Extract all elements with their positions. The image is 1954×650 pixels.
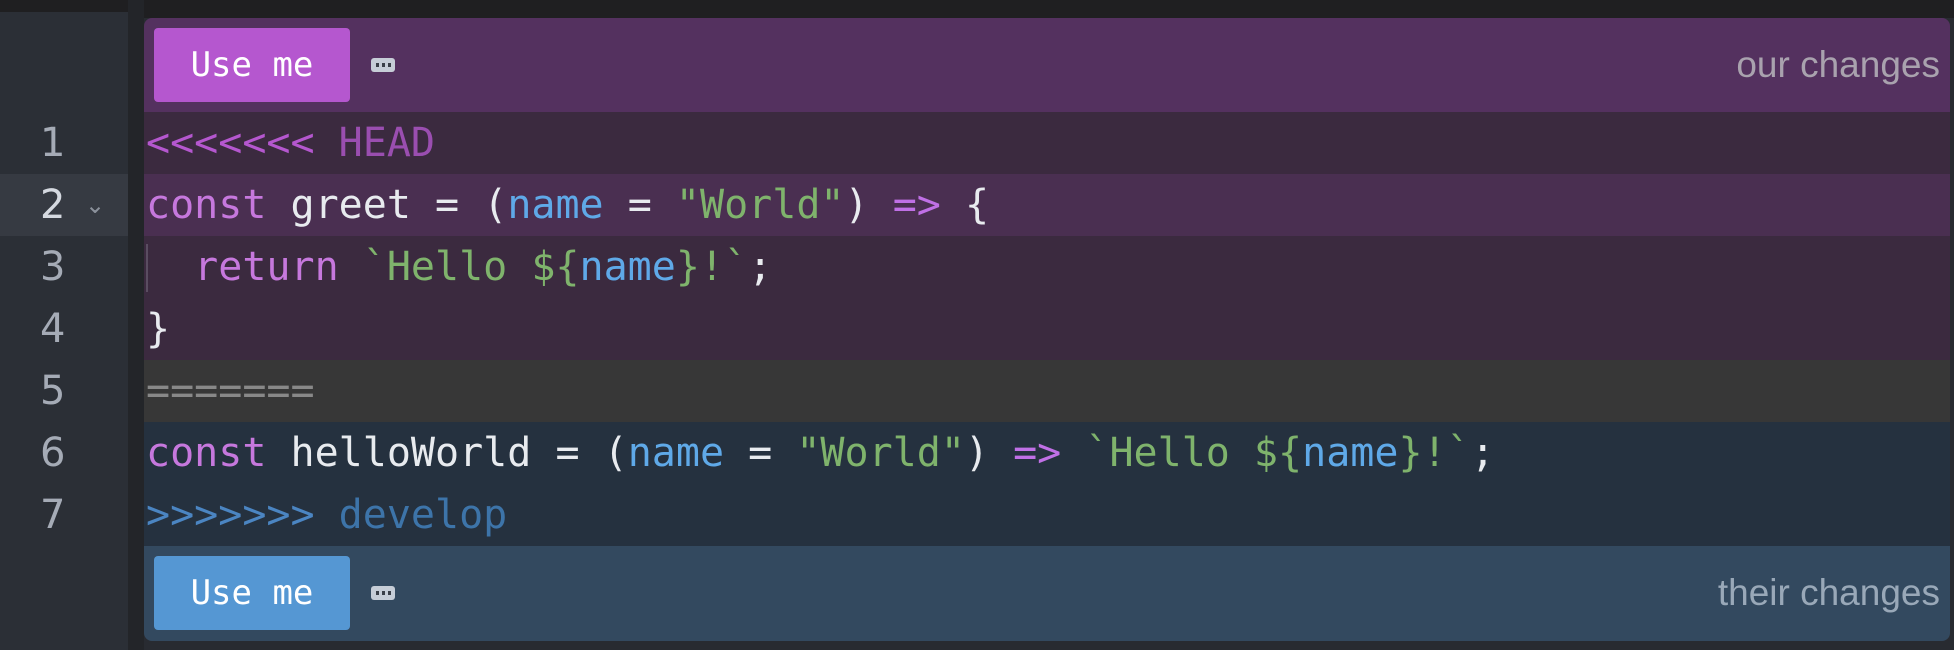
keyword-token: const xyxy=(146,182,267,228)
code-line-7[interactable]: >>>>>>> develop xyxy=(144,484,1950,546)
arrow-token: => xyxy=(892,182,941,228)
line-number-7: 7 xyxy=(40,492,66,538)
semicolon-token: ; xyxy=(1470,430,1495,476)
chevron-down-icon[interactable]: ⌄ xyxy=(85,174,105,236)
conflict-ref-develop: develop xyxy=(338,492,508,538)
brace-token: { xyxy=(964,182,990,228)
paren-token: ) xyxy=(964,430,989,476)
their-changes-banner: Use me their changes xyxy=(144,546,1950,641)
identifier-token: helloWorld xyxy=(290,430,532,476)
operator-token: = xyxy=(435,182,460,228)
line-number-3: 3 xyxy=(40,244,66,290)
operator-token: = xyxy=(555,430,580,476)
arrow-token: => xyxy=(1013,430,1062,476)
paren-token: ( xyxy=(603,430,628,476)
identifier-token: greet xyxy=(290,182,411,228)
line-number-6: 6 xyxy=(40,430,66,476)
code-line-1[interactable]: <<<<<<< HEAD xyxy=(144,112,1950,174)
our-changes-banner: Use me our changes xyxy=(144,18,1950,112)
gutter-top-strip xyxy=(0,0,128,12)
line-number-2: 2 ⌄ xyxy=(0,174,128,236)
keyword-token: const xyxy=(146,430,267,476)
conflict-separator: ======= xyxy=(146,368,315,414)
string-token: "World" xyxy=(675,182,845,228)
paren-token: ( xyxy=(483,182,508,228)
template-token: }!` xyxy=(1398,430,1471,476)
more-options-icon[interactable] xyxy=(371,586,395,600)
param-token: name xyxy=(507,182,604,228)
brace-token: } xyxy=(146,306,171,352)
merge-conflict-editor: 1 2 ⌄ 3 4 5 6 7 Use me our changes <<<<<… xyxy=(0,0,1954,650)
indent-guide xyxy=(146,244,148,292)
string-token: "World" xyxy=(796,430,965,476)
template-token: `Hello ${ xyxy=(1085,430,1303,476)
gutter-divider xyxy=(128,0,144,650)
code-line-3[interactable]: return `Hello ${name}!`; xyxy=(144,236,1950,298)
use-our-changes-button[interactable]: Use me xyxy=(154,28,350,102)
keyword-token: return xyxy=(194,244,339,290)
semicolon-token: ; xyxy=(748,244,773,290)
line-number-5: 5 xyxy=(40,368,66,414)
line-number-4: 4 xyxy=(40,306,66,352)
template-var-token: name xyxy=(1302,430,1399,476)
template-token: `Hello ${ xyxy=(362,244,580,290)
code-line-4[interactable]: } xyxy=(144,298,1950,360)
param-token: name xyxy=(627,430,725,476)
editor-top-strip xyxy=(128,0,1954,18)
use-their-changes-button[interactable]: Use me xyxy=(154,556,350,630)
code-line-6[interactable]: const helloWorld = (name = "World") => `… xyxy=(144,422,1950,484)
operator-token: = xyxy=(627,182,652,228)
paren-token: ) xyxy=(844,182,869,228)
operator-token: = xyxy=(748,430,773,476)
their-changes-label: their changes xyxy=(1717,572,1940,613)
template-var-token: name xyxy=(579,244,676,290)
conflict-end-marker: >>>>>>> xyxy=(146,492,315,538)
line-number-1: 1 xyxy=(40,120,66,166)
conflict-start-marker: <<<<<<< xyxy=(146,120,315,166)
template-token: }!` xyxy=(675,244,749,290)
code-line-2[interactable]: const greet = (name = "World") => { xyxy=(144,174,1950,236)
more-options-icon[interactable] xyxy=(371,58,395,72)
code-line-5[interactable]: ======= xyxy=(144,360,1950,422)
our-changes-label: our changes xyxy=(1736,44,1940,85)
conflict-ref-head: HEAD xyxy=(338,120,435,166)
